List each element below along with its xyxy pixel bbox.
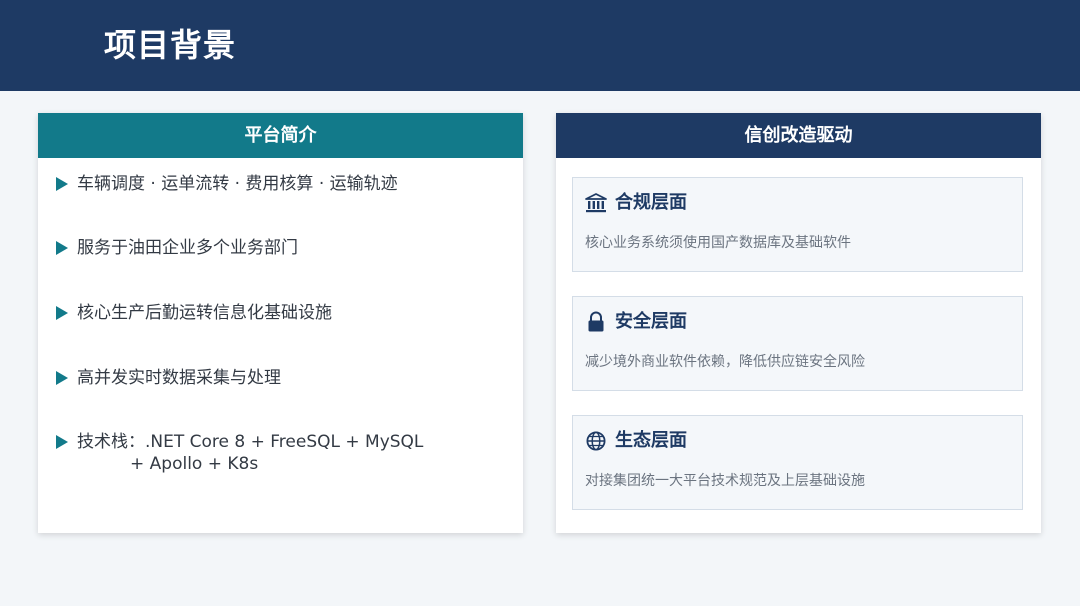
list-item: 高并发实时数据采集与处理: [56, 367, 281, 389]
triangle-bullet-icon: [56, 173, 70, 195]
page-title: 项目背景: [104, 26, 237, 64]
globe-icon: [585, 430, 607, 452]
title-bar: 项目背景: [0, 0, 1080, 91]
list-item: 车辆调度 · 运单流转 · 费用核算 · 运输轨迹: [56, 173, 398, 195]
list-item: 服务于油田企业多个业务部门: [56, 237, 298, 259]
list-item-text: 高并发实时数据采集与处理: [77, 368, 281, 388]
tech-stack-line-1: 技术栈：.NET Core 8 + FreeSQL + MySQL: [77, 432, 424, 452]
triangle-bullet-icon: [56, 302, 70, 324]
platform-intro-header: 平台简介: [38, 113, 523, 158]
platform-intro-card: 平台简介 车辆调度 · 运单流转 · 费用核算 · 运输轨迹 服务于油田企业多个…: [38, 113, 523, 533]
list-item: 技术栈：.NET Core 8 + FreeSQL + MySQL + Apol…: [56, 431, 423, 475]
xinchuang-driver-header: 信创改造驱动: [556, 113, 1041, 158]
triangle-bullet-icon: [56, 367, 70, 389]
compliance-section: 合规层面 核心业务系统须使用国产数据库及基础软件: [572, 177, 1023, 272]
list-item: 核心生产后勤运转信息化基础设施: [56, 302, 332, 324]
list-item-text: 技术栈：.NET Core 8 + FreeSQL + MySQL + Apol…: [77, 431, 423, 475]
ecosystem-desc: 对接集团统一大平台技术规范及上层基础设施: [585, 473, 865, 489]
compliance-title: 合规层面: [615, 192, 687, 213]
ecosystem-section: 生态层面 对接集团统一大平台技术规范及上层基础设施: [572, 415, 1023, 510]
xinchuang-driver-card: 信创改造驱动 合规层面 核心业务系统须使用国产数据库及基础软件 安全层面 减少境…: [556, 113, 1041, 533]
government-building-icon: [585, 192, 607, 214]
ecosystem-section-head: 生态层面: [585, 428, 687, 454]
security-section: 安全层面 减少境外商业软件依赖，降低供应链安全风险: [572, 296, 1023, 391]
tech-stack-line-2: + Apollo + K8s: [130, 454, 259, 474]
security-title: 安全层面: [615, 311, 687, 332]
list-item-text: 服务于油田企业多个业务部门: [77, 238, 298, 258]
security-desc: 减少境外商业软件依赖，降低供应链安全风险: [585, 354, 865, 370]
compliance-desc: 核心业务系统须使用国产数据库及基础软件: [585, 235, 851, 251]
triangle-bullet-icon: [56, 237, 70, 259]
list-item-text: 核心生产后勤运转信息化基础设施: [77, 303, 332, 323]
list-item-text: 车辆调度 · 运单流转 · 费用核算 · 运输轨迹: [77, 174, 398, 194]
lock-icon: [585, 311, 607, 333]
ecosystem-title: 生态层面: [615, 430, 687, 451]
compliance-section-head: 合规层面: [585, 190, 687, 216]
security-section-head: 安全层面: [585, 309, 687, 335]
triangle-bullet-icon: [56, 431, 70, 453]
